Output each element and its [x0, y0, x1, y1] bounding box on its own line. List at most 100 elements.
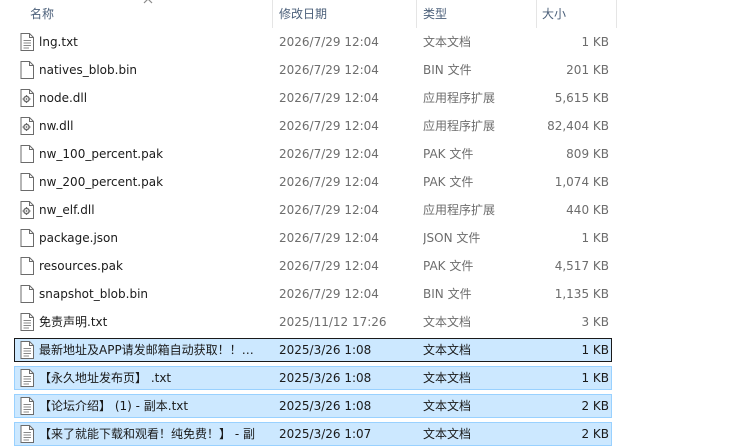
dll-file-icon	[20, 201, 34, 219]
text-file-icon	[20, 369, 34, 387]
file-modified-date: 2026/7/29 12:04	[279, 35, 379, 49]
file-row[interactable]: 最新地址及APP请发邮箱自动获取！！！... 2025/3/26 1:08 文本文档…	[14, 338, 612, 362]
file-name: nw_elf.dll	[39, 203, 95, 217]
file-row[interactable]: nw.dll 2026/7/29 12:04 应用程序扩展 82,404 KB	[14, 114, 612, 138]
file-type: BIN 文件	[423, 63, 472, 77]
file-modified-date: 2026/7/29 12:04	[279, 287, 379, 301]
file-name: nw_200_percent.pak	[39, 175, 164, 189]
file-type: 文本文档	[423, 343, 472, 357]
dll-file-icon	[20, 89, 34, 107]
generic-file-icon	[20, 257, 34, 275]
file-name: natives_blob.bin	[39, 63, 138, 77]
file-size: 4,517 KB	[554, 259, 609, 273]
file-row[interactable]: 【来了就能下载和观看！纯免费！】 - 副 2025/3/26 1:07 文本文档 2 …	[14, 422, 612, 446]
file-row[interactable]: node.dll 2026/7/29 12:04 应用程序扩展 5,615 KB	[14, 86, 612, 110]
file-modified-date: 2026/7/29 12:04	[279, 175, 379, 189]
file-modified-date: 2025/11/12 17:26	[279, 315, 387, 329]
file-row[interactable]: snapshot_blob.bin 2026/7/29 12:04 BIN 文件 1,…	[14, 282, 612, 306]
file-size: 1,135 KB	[554, 287, 609, 301]
file-type: 文本文档	[423, 315, 472, 329]
file-name: 最新地址及APP请发邮箱自动获取！！！...	[39, 343, 265, 357]
file-size: 1,074 KB	[554, 175, 609, 189]
file-name: 【论坛介绍】 (1) - 副本.txt	[39, 399, 189, 413]
file-name: nw_100_percent.pak	[39, 147, 164, 161]
file-type: 文本文档	[423, 399, 472, 413]
file-size: 2 KB	[581, 399, 609, 413]
file-row[interactable]: 【永久地址发布页】 .txt 2025/3/26 1:08 文本文档 1 KB	[14, 366, 612, 390]
file-size: 1 KB	[581, 231, 609, 245]
file-size: 82,404 KB	[547, 119, 609, 133]
file-name: resources.pak	[39, 259, 123, 273]
file-type: 文本文档	[423, 371, 472, 385]
file-type: JSON 文件	[423, 231, 481, 245]
file-type: BIN 文件	[423, 287, 472, 301]
file-size: 3 KB	[581, 315, 609, 329]
generic-file-icon	[20, 285, 34, 303]
file-row[interactable]: nw_elf.dll 2026/7/29 12:04 应用程序扩展 440 KB	[14, 198, 612, 222]
file-modified-date: 2025/3/26 1:07	[279, 427, 372, 441]
column-divider[interactable]	[616, 0, 617, 28]
file-modified-date: 2026/7/29 12:04	[279, 63, 379, 77]
file-type: PAK 文件	[423, 259, 474, 273]
file-size: 1 KB	[581, 35, 609, 49]
column-header-date[interactable]: 修改日期	[279, 0, 327, 28]
file-modified-date: 2026/7/29 12:04	[279, 231, 379, 245]
file-modified-date: 2025/3/26 1:08	[279, 399, 372, 413]
file-row[interactable]: resources.pak 2026/7/29 12:04 PAK 文件 4,517 …	[14, 254, 612, 278]
file-name: package.json	[39, 231, 119, 245]
file-type: 应用程序扩展	[423, 119, 496, 133]
file-row[interactable]: lng.txt 2026/7/29 12:04 文本文档 1 KB	[14, 30, 612, 54]
file-name: snapshot_blob.bin	[39, 287, 149, 301]
file-modified-date: 2026/7/29 12:04	[279, 91, 379, 105]
column-header-bar: 名称 修改日期 类型 大小	[0, 0, 747, 28]
file-name: 免责声明.txt	[39, 315, 108, 329]
text-file-icon	[20, 425, 34, 443]
file-modified-date: 2026/7/29 12:04	[279, 119, 379, 133]
file-type: 文本文档	[423, 427, 472, 441]
file-row[interactable]: package.json 2026/7/29 12:04 JSON 文件 1 KB	[14, 226, 612, 250]
file-type: 应用程序扩展	[423, 203, 496, 217]
text-file-icon	[20, 397, 34, 415]
file-name: 【来了就能下载和观看！纯免费！】 - 副	[39, 427, 255, 441]
sort-ascending-icon	[143, 0, 153, 4]
file-modified-date: 2026/7/29 12:04	[279, 147, 379, 161]
file-size: 201 KB	[566, 63, 609, 77]
column-header-name[interactable]: 名称	[30, 0, 54, 28]
file-row[interactable]: nw_100_percent.pak 2026/7/29 12:04 PAK 文件 8…	[14, 142, 612, 166]
file-type: PAK 文件	[423, 147, 474, 161]
file-name: node.dll	[39, 91, 88, 105]
generic-file-icon	[20, 229, 34, 247]
column-divider[interactable]	[416, 0, 417, 28]
file-row[interactable]: 【论坛介绍】 (1) - 副本.txt 2025/3/26 1:08 文本文档 2 K…	[14, 394, 612, 418]
text-file-icon	[20, 341, 34, 359]
text-file-icon	[20, 33, 34, 51]
column-header-type[interactable]: 类型	[423, 0, 447, 28]
file-row[interactable]: 免责声明.txt 2025/11/12 17:26 文本文档 3 KB	[14, 310, 612, 334]
generic-file-icon	[20, 61, 34, 79]
file-row[interactable]: nw_200_percent.pak 2026/7/29 12:04 PAK 文件 1…	[14, 170, 612, 194]
generic-file-icon	[20, 173, 34, 191]
column-divider[interactable]	[272, 0, 273, 28]
file-modified-date: 2026/7/29 12:04	[279, 259, 379, 273]
file-name: lng.txt	[39, 35, 78, 49]
file-type: 应用程序扩展	[423, 91, 496, 105]
file-name: 【永久地址发布页】 .txt	[39, 371, 172, 385]
file-modified-date: 2025/3/26 1:08	[279, 371, 372, 385]
generic-file-icon	[20, 145, 34, 163]
file-type: 文本文档	[423, 35, 472, 49]
column-header-size[interactable]: 大小	[542, 0, 566, 28]
file-size: 440 KB	[566, 203, 609, 217]
file-name: nw.dll	[39, 119, 74, 133]
file-size: 1 KB	[581, 343, 609, 357]
file-modified-date: 2025/3/26 1:08	[279, 343, 372, 357]
file-size: 5,615 KB	[554, 91, 609, 105]
column-divider[interactable]	[536, 0, 537, 28]
file-size: 809 KB	[566, 147, 609, 161]
file-size: 2 KB	[581, 427, 609, 441]
dll-file-icon	[20, 117, 34, 135]
file-row[interactable]: natives_blob.bin 2026/7/29 12:04 BIN 文件 201…	[14, 58, 612, 82]
file-type: PAK 文件	[423, 175, 474, 189]
file-size: 1 KB	[581, 371, 609, 385]
file-modified-date: 2026/7/29 12:04	[279, 203, 379, 217]
text-file-icon	[20, 313, 34, 331]
